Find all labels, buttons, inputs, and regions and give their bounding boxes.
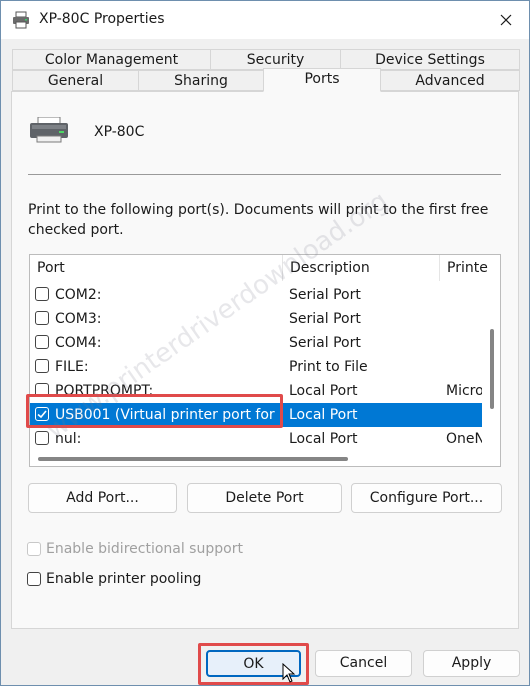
tab-sharing[interactable]: Sharing	[138, 70, 264, 91]
title-bar: XP-80C Properties	[1, 1, 529, 39]
properties-dialog: XP-80C Properties Color Management Secur…	[0, 0, 530, 686]
port-printer: Micro	[446, 383, 482, 399]
port-description: Serial Port	[289, 335, 361, 351]
table-row[interactable]: COM3: Serial Port	[30, 307, 482, 331]
table-row[interactable]: nul: Local Port OneN	[30, 427, 482, 451]
add-port-button[interactable]: Add Port...	[28, 483, 177, 513]
configure-port-button[interactable]: Configure Port...	[351, 483, 502, 513]
port-name: COM3:	[55, 311, 102, 327]
port-printer	[446, 355, 482, 379]
port-name: nul:	[55, 431, 82, 447]
ports-panel: XP-80C Print to the following port(s). D…	[11, 91, 519, 629]
port-description: Local Port	[289, 383, 358, 399]
highlight-box-selected-port	[26, 394, 283, 428]
printer-pooling-label[interactable]: Enable printer pooling	[46, 569, 201, 589]
table-row[interactable]: COM4: Serial Port	[30, 331, 482, 355]
port-printer: OneN	[446, 431, 482, 447]
port-name: COM2:	[55, 287, 102, 303]
tab-device-settings[interactable]: Device Settings	[340, 49, 520, 70]
instruction-text: Print to the following port(s). Document…	[28, 202, 489, 238]
mouse-cursor-icon	[282, 663, 296, 683]
close-icon	[500, 14, 512, 26]
port-description: Print to File	[289, 359, 368, 375]
port-description: Serial Port	[289, 287, 361, 303]
port-checkbox[interactable]	[35, 311, 49, 325]
port-description: Local Port	[289, 431, 358, 447]
vertical-scrollbar-thumb[interactable]	[490, 329, 494, 409]
ports-list[interactable]: Port Description Printe COM2: Serial Por…	[29, 254, 501, 467]
port-checkbox[interactable]	[35, 287, 49, 301]
apply-button[interactable]: Apply	[423, 650, 520, 677]
port-name: FILE:	[55, 359, 89, 375]
horizontal-scrollbar-thumb[interactable]	[38, 457, 348, 461]
delete-port-button[interactable]: Delete Port	[187, 483, 342, 513]
column-header-port[interactable]: Port	[30, 255, 283, 281]
window-title: XP-80C Properties	[39, 11, 165, 27]
port-printer	[446, 307, 482, 331]
close-button[interactable]	[483, 1, 529, 39]
bidirectional-support-label: Enable bidirectional support	[46, 541, 243, 557]
port-name: COM4:	[55, 335, 102, 351]
printer-icon	[30, 117, 68, 143]
port-checkbox[interactable]	[35, 359, 49, 373]
table-row[interactable]: COM2: Serial Port	[30, 283, 482, 307]
tab-color-management[interactable]: Color Management	[12, 49, 211, 70]
table-row[interactable]: FILE: Print to File	[30, 355, 482, 379]
port-checkbox[interactable]	[35, 335, 49, 349]
tab-general[interactable]: General	[12, 70, 139, 91]
cancel-button[interactable]: Cancel	[315, 650, 412, 677]
list-header: Port Description Printe	[30, 255, 500, 281]
checkbox-box[interactable]	[27, 572, 41, 586]
vertical-scrollbar[interactable]	[483, 281, 500, 456]
tab-advanced[interactable]: Advanced	[380, 70, 520, 91]
port-description: Local Port	[289, 407, 358, 423]
checkbox-box	[27, 542, 41, 556]
tab-security[interactable]: Security	[210, 49, 341, 70]
port-description: Serial Port	[289, 311, 361, 327]
separator	[28, 174, 501, 175]
port-printer	[446, 331, 482, 355]
column-header-description[interactable]: Description	[283, 255, 440, 281]
port-printer	[446, 283, 482, 307]
port-checkbox[interactable]	[35, 431, 49, 445]
port-printer	[446, 403, 482, 427]
printer-icon	[13, 11, 29, 29]
column-header-printer[interactable]: Printe	[440, 255, 488, 281]
tab-ports[interactable]: Ports	[263, 68, 381, 92]
printer-name: XP-80C	[94, 124, 145, 140]
